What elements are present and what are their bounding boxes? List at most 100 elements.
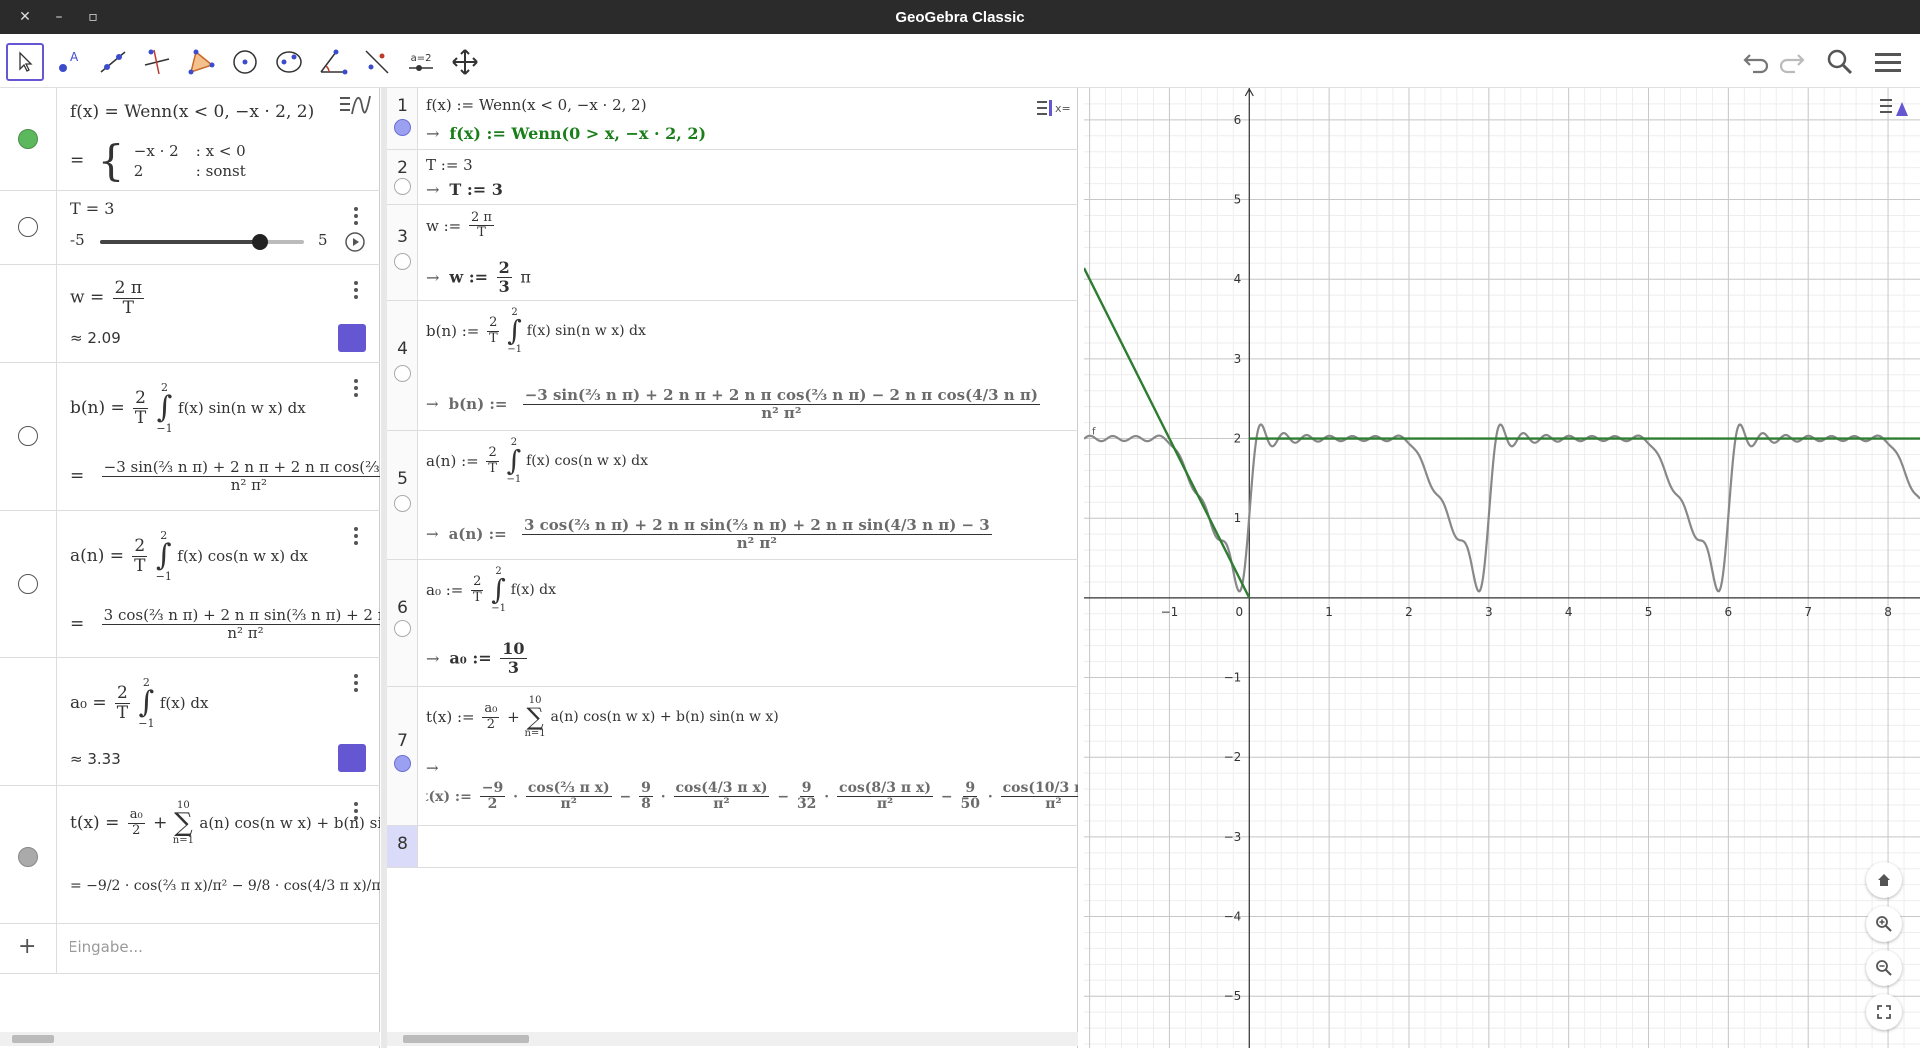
cas-output: → T := 3 bbox=[426, 180, 503, 199]
home-button[interactable] bbox=[1866, 862, 1902, 898]
minimize-button[interactable]: – bbox=[42, 0, 76, 34]
algebra-item-w[interactable]: w = 2 πT ≈ 2.09 bbox=[0, 265, 380, 363]
visibility-dot[interactable] bbox=[18, 129, 38, 149]
algebra-item-b[interactable]: b(n) = 2T 2 ∫ −1 f(x) sin(n w x) dx = −3 s… bbox=[0, 363, 380, 511]
scrollbar-thumb[interactable] bbox=[403, 1035, 529, 1043]
maximize-button[interactable]: ▫ bbox=[76, 0, 110, 34]
cas-output: → w := 23 π bbox=[426, 258, 531, 296]
cas-row-1[interactable]: 1 f(x) := Wenn(x < 0, −x · 2, 2) → f(x) :… bbox=[387, 88, 1078, 150]
cas-input-field[interactable] bbox=[426, 826, 1078, 867]
algebra-input-field[interactable]: Eingabe... bbox=[70, 938, 143, 956]
graph-canvas[interactable]: −1 0 1 2 3 4 5 6 7 8 6 5 4 3 2 1 −1 −2 −3 −4 −5 f bbox=[1084, 88, 1920, 1048]
visibility-toggle[interactable] bbox=[0, 363, 57, 510]
f-definition: f(x) = Wenn(x < 0, −x · 2, 2) bbox=[70, 102, 315, 122]
plus-icon: + bbox=[18, 934, 37, 959]
circle-tool-icon[interactable] bbox=[226, 43, 264, 81]
algebra-item-f[interactable]: f(x) = Wenn(x < 0, −x · 2, 2) = { −x · 2… bbox=[0, 88, 380, 191]
conic-tool-icon[interactable] bbox=[270, 43, 308, 81]
fullscreen-button[interactable] bbox=[1866, 994, 1902, 1030]
graphics-view[interactable]: −1 0 1 2 3 4 5 6 7 8 6 5 4 3 2 1 −1 −2 −3 −4 −5 f bbox=[1084, 88, 1920, 1048]
cas-input[interactable]: f(x) := Wenn(x < 0, −x · 2, 2) bbox=[426, 96, 647, 114]
graphics-style-icon[interactable] bbox=[1878, 94, 1910, 126]
polygon-tool-icon[interactable] bbox=[182, 43, 220, 81]
more-options-icon[interactable] bbox=[354, 379, 360, 397]
visibility-toggle[interactable] bbox=[0, 786, 57, 923]
cas-input[interactable]: T := 3 bbox=[426, 156, 473, 174]
cas-output: t(x) := −9 2 · cos(⅔ π x) π² − 98 · cos(4/… bbox=[426, 780, 1078, 813]
cas-row-6[interactable]: 6 a₀ := 2T 2 ∫ −1 f(x) dx → a₀ := 10 3 bbox=[387, 560, 1078, 687]
x-tick-label: 0 bbox=[1235, 605, 1243, 619]
term-cosine: cos(10/3 π x)π² bbox=[1000, 780, 1078, 813]
undo-icon[interactable] bbox=[1738, 44, 1774, 80]
visibility-dot[interactable] bbox=[18, 574, 38, 594]
move-graphics-tool-icon[interactable] bbox=[446, 43, 484, 81]
search-icon[interactable] bbox=[1822, 44, 1858, 80]
algebra-item-T[interactable]: T = 3 -5 5 bbox=[0, 191, 380, 265]
approximation-toggle-button[interactable] bbox=[338, 324, 366, 352]
visibility-dot[interactable] bbox=[394, 620, 411, 637]
y-tick-label: 4 bbox=[1234, 272, 1242, 286]
w-approx: ≈ 2.09 bbox=[70, 329, 121, 347]
title-bar: ✕ – ▫ GeoGebra Classic bbox=[0, 0, 1920, 34]
cas-output-arrow: → bbox=[426, 759, 439, 777]
cas-row-2[interactable]: 2 T := 3 → T := 3 bbox=[387, 150, 1078, 205]
visibility-dot[interactable] bbox=[394, 119, 411, 136]
angle-tool-icon[interactable] bbox=[314, 43, 352, 81]
case2-expr: 2 bbox=[133, 161, 144, 180]
approximation-toggle-button[interactable] bbox=[338, 744, 366, 772]
slider-knob[interactable] bbox=[252, 234, 268, 250]
zoom-in-button[interactable] bbox=[1866, 906, 1902, 942]
cas-row-8[interactable]: 8 bbox=[387, 826, 1078, 868]
row-number: 5 bbox=[397, 469, 408, 489]
algebra-item-a[interactable]: a(n) = 2T 2 ∫ −1 f(x) cos(n w x) dx = 3 co… bbox=[0, 511, 380, 658]
visibility-dot[interactable] bbox=[394, 178, 411, 195]
visibility-dot[interactable] bbox=[394, 755, 411, 772]
scrollbar-thumb[interactable] bbox=[12, 1035, 54, 1043]
menu-icon[interactable] bbox=[1870, 44, 1906, 80]
zoom-out-button[interactable] bbox=[1866, 950, 1902, 986]
visibility-dot[interactable] bbox=[394, 365, 411, 382]
visibility-toggle[interactable] bbox=[0, 191, 57, 264]
more-options-icon[interactable] bbox=[354, 281, 360, 299]
visibility-dot[interactable] bbox=[18, 217, 38, 237]
f-label: f bbox=[1092, 427, 1096, 438]
cas-horizontal-scrollbar[interactable] bbox=[387, 1032, 1078, 1046]
visibility-toggle[interactable] bbox=[0, 88, 57, 190]
algebra-item-t[interactable]: t(x) = a₀ 2 + 10 ∑ n=1 a(n) cos(n w x) + b(… bbox=[0, 786, 380, 924]
line-tool-icon[interactable] bbox=[94, 43, 132, 81]
algebra-horizontal-scrollbar[interactable] bbox=[0, 1032, 380, 1046]
slider-tool-label: a=2 bbox=[410, 52, 432, 64]
x-tick-label: 4 bbox=[1565, 605, 1573, 619]
cas-row-4[interactable]: 4 b(n) := 2T 2 ∫ −1 f(x) sin(n w x) dx → b(… bbox=[387, 301, 1078, 431]
close-button[interactable]: ✕ bbox=[8, 0, 42, 34]
algebra-item-a0[interactable]: a₀ = 2T 2 ∫ −1 f(x) dx ≈ 3.33 bbox=[0, 658, 380, 786]
cas-row-5[interactable]: 5 a(n) := 2T 2 ∫ −1 f(x) cos(n w x) dx → a(… bbox=[387, 431, 1078, 560]
algebra-input-row[interactable]: + Eingabe... bbox=[0, 924, 380, 974]
slider-tool-icon[interactable]: a=2 bbox=[402, 43, 440, 81]
more-options-icon[interactable] bbox=[354, 527, 360, 545]
visibility-dot[interactable] bbox=[394, 495, 411, 512]
add-item-button[interactable]: + bbox=[0, 924, 57, 973]
more-options-icon[interactable] bbox=[354, 674, 360, 692]
term-coefficient: −9 2 bbox=[479, 780, 506, 813]
cas-output: → a₀ := 10 3 bbox=[426, 639, 527, 677]
more-options-icon[interactable] bbox=[354, 802, 360, 820]
cas-input: a₀ := 2T 2 ∫ −1 f(x) dx bbox=[426, 566, 557, 614]
T-label: T = 3 bbox=[70, 199, 115, 218]
perpendicular-tool-icon[interactable] bbox=[138, 43, 176, 81]
cas-input: t(x) := a₀ 2 + 10 ∑ n=1 a(n) cos(n w x) + b… bbox=[426, 695, 779, 739]
more-options-icon[interactable] bbox=[354, 207, 360, 225]
visibility-dot[interactable] bbox=[394, 253, 411, 270]
cas-row-7[interactable]: 7 t(x) := a₀ 2 + 10 ∑ n=1 a(n) cos(n w x) +… bbox=[387, 687, 1078, 826]
cas-row-3[interactable]: 3 w := 2 πT → w := 23 π bbox=[387, 205, 1078, 301]
play-icon[interactable] bbox=[344, 231, 366, 258]
t-result: = −9/2 · cos(⅔ π x)/π² − 9/8 · cos(4/3 π… bbox=[70, 878, 380, 894]
y-tick-label: −2 bbox=[1224, 750, 1242, 764]
point-tool-icon[interactable]: A bbox=[50, 43, 88, 81]
redo-icon[interactable] bbox=[1774, 44, 1810, 80]
visibility-dot[interactable] bbox=[18, 847, 38, 867]
move-tool-icon[interactable] bbox=[6, 43, 44, 81]
visibility-toggle[interactable] bbox=[0, 511, 57, 657]
reflect-tool-icon[interactable] bbox=[358, 43, 396, 81]
visibility-dot[interactable] bbox=[18, 426, 38, 446]
